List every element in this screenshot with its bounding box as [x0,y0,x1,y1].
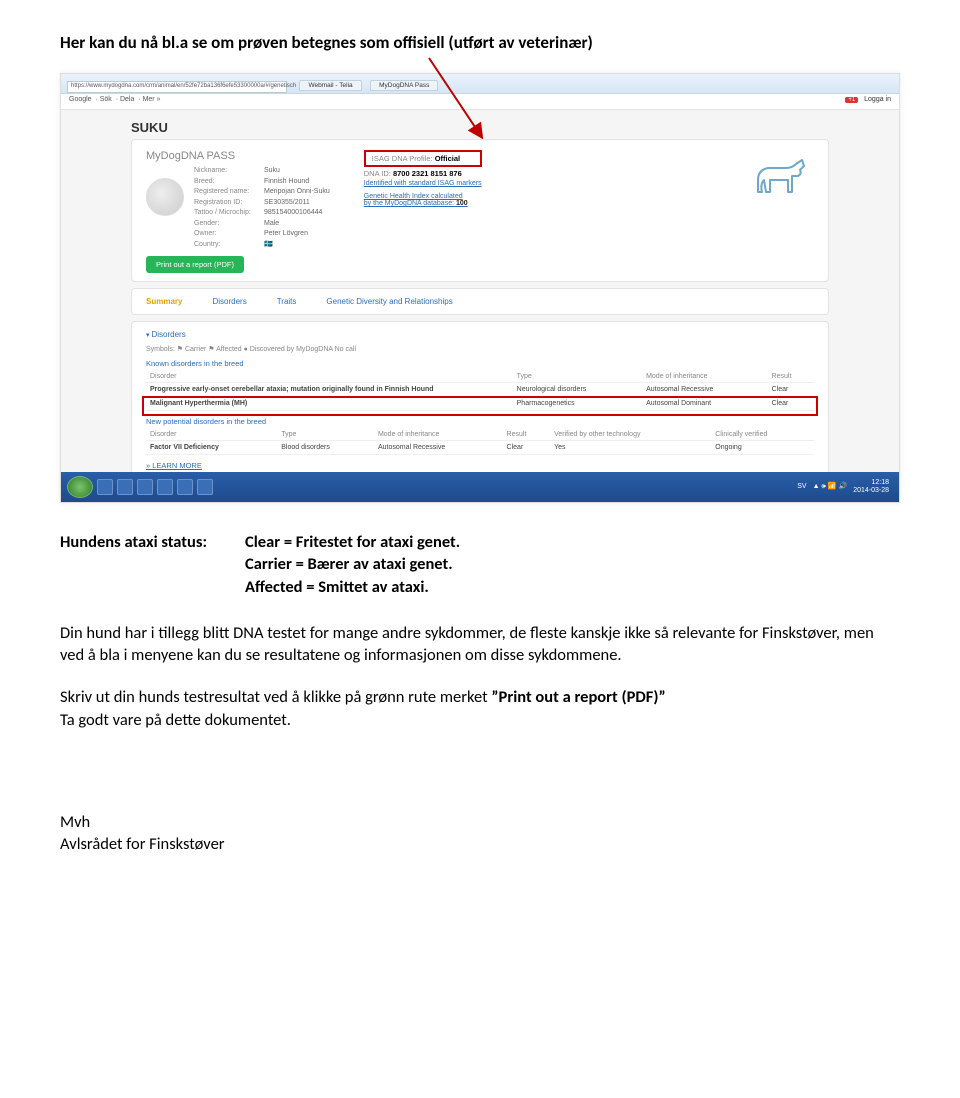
login-link[interactable]: Logga in [864,96,891,103]
ghi-line1: Genetic Health Index calculated [364,193,463,200]
dog-meta: Nickname:Suku Breed:Finnish Hound Regist… [194,166,330,250]
google-label: Google [69,96,92,103]
table-row: Progressive early-onset cerebellar ataxi… [146,383,814,397]
isag-profile-box: ISAG DNA Profile: Official [364,150,482,167]
status-affected: Affected = Smittet av ataxi. [245,576,460,598]
isag-label: ISAG DNA Profile: [372,154,433,163]
known-disorders-heading: Known disorders in the breed [146,359,814,368]
ghi-value: 100 [456,200,468,207]
google-sok[interactable]: Sök [100,96,112,103]
disorders-card: Disorders Symbols: ⚑ Carrier ⚑ Affected … [131,321,829,472]
isag-markers-link[interactable]: Identified with standard ISAG markers [364,180,482,187]
paragraph-1: Din hund har i tillegg blitt DNA testet … [60,622,900,667]
status-clear: Clear = Fritestet for ataxi genet. [245,531,460,553]
start-button[interactable] [67,476,93,498]
ghi-line2: by the MyDogDNA database: [364,200,454,207]
col2-disorder: Disorder [146,429,277,441]
col2-verified: Verified by other technology [550,429,711,441]
windows-taskbar: SV ▲ 🕪 📶 🔊 12:18 2014-03-28 [61,472,899,502]
meta-gender: Male [264,220,279,227]
taskbar-icon[interactable] [177,479,193,495]
gplus-badge[interactable]: +1 [845,97,858,103]
embedded-screenshot: https://www.mydogdna.com/crm/animal/en/5… [60,73,900,503]
tab-disorders[interactable]: Disorders [212,297,246,306]
taskbar-lang[interactable]: SV [797,483,806,491]
col-result: Result [768,371,814,383]
meta-regid: SE30355/2011 [264,199,310,206]
col-mode: Mode of inheritance [642,371,768,383]
address-bar[interactable]: https://www.mydogdna.com/crm/animal/en/5… [67,81,287,93]
disorders-title[interactable]: Disorders [146,330,814,339]
col2-clinical: Clinically verified [711,429,814,441]
para2-pre: Skriv ut din hunds testresultat ved å kl… [60,687,491,707]
meta-country: 🇸🇪 [264,241,273,248]
browser-tab-webmail[interactable]: Webmail - Telia [299,80,361,91]
pass-card: MyDogDNA PASS Nickname:Suku Breed:Finnis… [131,139,829,282]
dnaid-value: 8700 2321 8151 876 [393,169,462,178]
paragraph-2: Skriv ut din hunds testresultat ved å kl… [60,686,900,731]
taskbar-icon[interactable] [197,479,213,495]
status-carrier: Carrier = Bærer av ataxi genet. [245,553,460,575]
pass-title: MyDogDNA PASS [146,150,330,162]
dog-name-heading: SUKU [131,120,829,135]
para2-quote: ”Print out a report (PDF)” [491,687,665,707]
google-dela[interactable]: Dela [120,96,134,103]
page-heading: Her kan du nå bl.a se om prøven betegnes… [60,32,900,53]
tab-traits[interactable]: Traits [277,297,297,306]
tab-diversity[interactable]: Genetic Diversity and Relationships [326,297,452,306]
print-report-button[interactable]: Print out a report (PDF) [146,256,244,273]
meta-breed: Finnish Hound [264,178,309,185]
col2-result: Result [503,429,551,441]
tab-summary[interactable]: Summary [146,297,182,306]
taskbar-icon[interactable] [117,479,133,495]
col-disorder: Disorder [146,371,513,383]
table-row: Malignant Hyperthermia (MH)Pharmacogenet… [146,397,814,411]
meta-chip: 985154000106444 [264,209,322,216]
learn-more-link[interactable]: » LEARN MORE [146,461,202,470]
meta-nickname: Suku [264,167,280,174]
dog-avatar [146,178,184,216]
taskbar-date: 2014-03-28 [853,487,889,494]
ghi-link[interactable]: Genetic Health Index calculated by the M… [364,193,482,207]
known-disorders-table: Disorder Type Mode of inheritance Result… [146,371,814,411]
table-row: Factor VII DeficiencyBlood disordersAuto… [146,441,814,455]
browser-tab-mydogdna[interactable]: MyDogDNA Pass [370,80,438,91]
dog-outline-icon [752,158,810,204]
sig-line2: Avlsrådet for Finskstøver [60,833,900,855]
new-disorders-heading: New potential disorders in the breed [146,417,814,426]
browser-chrome: https://www.mydogdna.com/crm/animal/en/5… [61,74,899,94]
status-label: Hundens ataxi status: [60,531,207,598]
taskbar-icon[interactable] [137,479,153,495]
isag-value: Official [435,154,460,163]
google-mer[interactable]: Mer » [143,96,161,103]
meta-owner: Peter Lövgren [264,230,308,237]
status-values: Clear = Fritestet for ataxi genet. Carri… [245,531,460,598]
symbols-legend: Symbols: ⚑ Carrier ⚑ Affected ● Discover… [146,345,814,353]
col2-type: Type [277,429,374,441]
meta-regname: Meripojan Onni-Suku [264,188,330,195]
google-toolbar: Google · Sök · Dela · Mer » +1 Logga in [61,94,899,110]
new-disorders-table: Disorder Type Mode of inheritance Result… [146,429,814,455]
dna-id: DNA ID: 8700 2321 8151 876 [364,169,482,178]
col2-mode: Mode of inheritance [374,429,503,441]
dnaid-label: DNA ID: [364,169,391,178]
page-content: SUKU MyDogDNA PASS Nickname:Suku Breed:F… [61,110,899,472]
taskbar-icon[interactable] [97,479,113,495]
taskbar-time: 12:18 [871,479,889,486]
para2-post: Ta godt vare på dette dokumentet. [60,710,291,730]
sig-line1: Mvh [60,811,900,833]
col-type: Type [513,371,642,383]
taskbar-icon[interactable] [157,479,173,495]
section-tabs: Summary Disorders Traits Genetic Diversi… [131,288,829,315]
